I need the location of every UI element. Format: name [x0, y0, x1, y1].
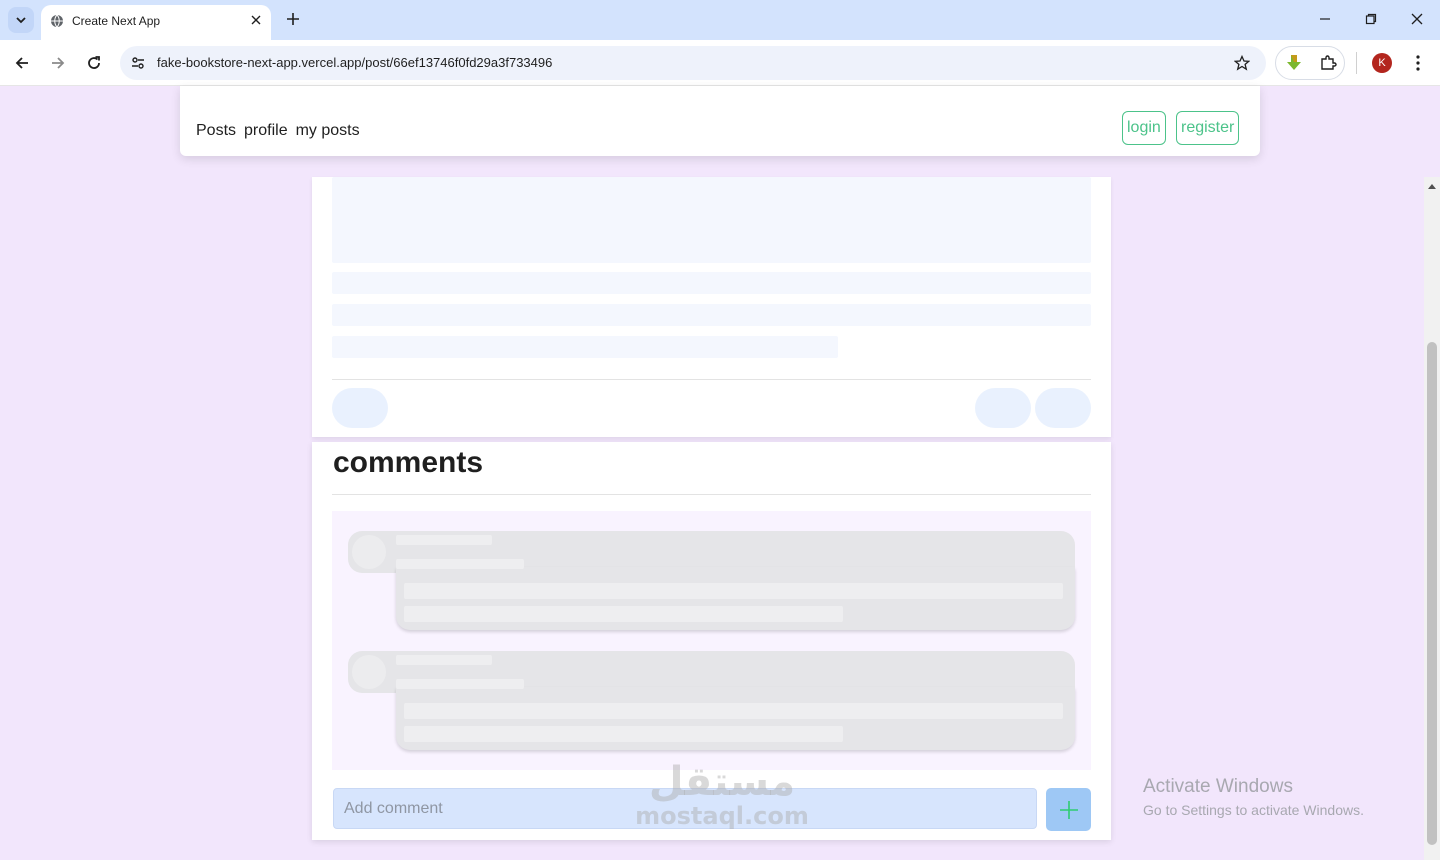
nav-link-profile[interactable]: profile	[244, 122, 288, 140]
restore-button[interactable]	[1360, 8, 1382, 30]
toolbar-separator	[1356, 52, 1357, 74]
skeleton-line	[332, 272, 1091, 294]
site-info-button[interactable]	[128, 53, 148, 73]
extension-download-button[interactable]	[1284, 53, 1304, 73]
skeleton-pill	[332, 388, 388, 428]
forward-button[interactable]	[46, 51, 70, 75]
reload-button[interactable]	[82, 51, 106, 75]
browser-tab-active[interactable]: Create Next App	[41, 5, 271, 40]
skeleton-line	[332, 304, 1091, 326]
skeleton-line	[404, 703, 1063, 719]
comment-skeleton-avatar	[352, 655, 386, 689]
browser-toolbar: fake-bookstore-next-app.vercel.app/post/…	[0, 40, 1440, 86]
skeleton-line	[332, 336, 838, 358]
windows-activation-notice: Activate Windows Go to Settings to activ…	[1143, 776, 1364, 818]
page-scrollbar[interactable]	[1424, 177, 1440, 860]
chevron-down-icon	[16, 17, 26, 24]
tab-title: Create Next App	[72, 14, 161, 28]
nav-link-my-posts[interactable]: my posts	[296, 122, 360, 140]
reload-icon	[88, 56, 100, 69]
skeleton-line	[396, 559, 524, 569]
site-header: Posts profile my posts login register	[180, 86, 1260, 156]
mostaql-watermark: مستقل mostaql.com	[622, 760, 822, 828]
download-extension-icon	[1287, 55, 1301, 70]
scroll-up-button[interactable]	[1424, 181, 1440, 191]
restore-icon	[1365, 13, 1377, 25]
comments-divider	[332, 494, 1091, 495]
extensions-button[interactable]	[1318, 53, 1338, 73]
plus-icon	[1059, 800, 1078, 819]
minimize-icon	[1320, 18, 1330, 20]
close-icon	[1411, 13, 1423, 25]
browser-tabstrip: Create Next App	[0, 0, 1440, 40]
main-nav: Posts profile my posts	[196, 122, 360, 140]
back-button[interactable]	[10, 51, 34, 75]
skeleton-line	[404, 583, 1063, 599]
arrow-left-icon	[15, 57, 28, 69]
comment-skeleton	[348, 651, 1075, 751]
tune-icon	[132, 57, 144, 69]
puzzle-icon	[1321, 55, 1337, 70]
watermark-latin: mostaql.com	[635, 802, 809, 830]
minimize-button[interactable]	[1314, 8, 1336, 30]
comment-skeleton	[348, 531, 1075, 631]
skeleton-line	[396, 655, 492, 665]
browser-menu-button[interactable]	[1408, 52, 1428, 74]
skeleton-image	[332, 177, 1091, 263]
address-bar[interactable]: fake-bookstore-next-app.vercel.app/post/…	[120, 46, 1266, 80]
register-button[interactable]: register	[1176, 111, 1240, 145]
star-icon	[1234, 55, 1250, 71]
comments-title: comments	[333, 446, 484, 479]
skeleton-pill	[975, 388, 1031, 428]
post-card-skeleton	[312, 177, 1111, 437]
bookmark-button[interactable]	[1231, 52, 1253, 74]
skeleton-line	[396, 535, 492, 545]
comments-list	[332, 511, 1091, 770]
triangle-up-icon	[1428, 184, 1436, 189]
close-icon	[251, 15, 261, 25]
arrow-right-icon	[52, 57, 65, 69]
close-window-button[interactable]	[1406, 8, 1428, 30]
skeleton-line	[396, 679, 524, 689]
activation-title: Activate Windows	[1143, 776, 1293, 797]
profile-avatar[interactable]: K	[1372, 53, 1392, 73]
new-tab-button[interactable]	[282, 8, 304, 30]
skeleton-line	[404, 726, 843, 742]
activation-subtitle: Go to Settings to activate Windows.	[1143, 802, 1364, 818]
more-vertical-icon	[1416, 55, 1420, 71]
add-comment-button[interactable]	[1046, 788, 1091, 831]
plus-icon	[287, 13, 299, 25]
post-divider	[332, 379, 1091, 380]
extensions-group	[1275, 46, 1345, 80]
login-button[interactable]: login	[1122, 111, 1166, 145]
url-text[interactable]: fake-bookstore-next-app.vercel.app/post/…	[157, 55, 552, 70]
watermark-arabic: مستقل	[648, 759, 796, 805]
tab-close-button[interactable]	[247, 11, 265, 29]
scrollbar-thumb[interactable]	[1427, 342, 1437, 845]
globe-icon	[51, 14, 63, 28]
nav-link-posts[interactable]: Posts	[196, 122, 236, 140]
skeleton-line	[404, 606, 843, 622]
tab-search-button[interactable]	[8, 7, 34, 33]
comment-skeleton-avatar	[352, 535, 386, 569]
skeleton-pill	[1035, 388, 1091, 428]
